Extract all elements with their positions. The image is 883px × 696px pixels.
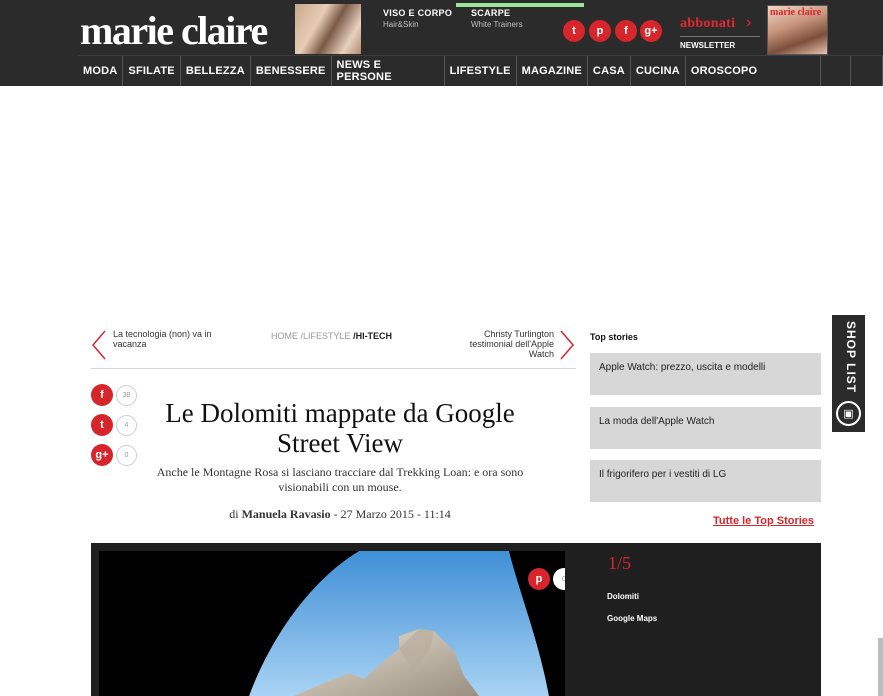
nav-item-sfilate[interactable]: SFILATE [123,56,181,86]
promo-highlight-bar [456,3,584,7]
nav-item-bellezza[interactable]: BELLEZZA [181,56,251,86]
share-count: 0 [116,445,137,466]
all-top-stories-link[interactable]: Tutte le Top Stories [713,515,814,527]
top-story-item[interactable]: La moda dell'Apple Watch [590,407,821,449]
site-header: marie claire VISO E CORPO Hair&Skin SCAR… [0,0,883,86]
nav-item-news-e-persone[interactable]: NEWS E PERSONE [332,56,445,86]
googleplus-icon[interactable]: g+ [91,444,113,466]
chevron-right-icon[interactable]: › [746,14,751,32]
nav-item-cucina[interactable]: CUCINA [631,56,686,86]
divider [680,36,760,37]
twitter-icon[interactable]: t [91,414,113,436]
googleplus-icon[interactable]: g+ [640,20,662,42]
gallery-caption: Dolomiti [607,592,639,601]
promo-viso-corpo[interactable]: VISO E CORPO Hair&Skin [383,8,452,30]
nav-search-slot[interactable] [819,56,852,86]
promo-scarpe[interactable]: SCARPE White Trainers [471,8,523,30]
gallery-image[interactable]: p 0 [99,551,565,696]
nav-item-oroscopo[interactable]: OROSCOPO [686,56,820,86]
nav-item-moda[interactable]: MODA [78,56,124,86]
gallery-caption: Google Maps [607,614,658,623]
top-story-item[interactable]: Il frigorifero per i vestiti di LG [590,460,821,502]
photo-gallery: p 0 1/5 Dolomiti Google Maps [91,543,821,696]
nav-item-magazine[interactable]: MAGAZINE [517,56,588,86]
share-twitter: t 4 [91,414,139,436]
chevron-left-icon[interactable] [91,330,107,360]
top-stories-title: Top stories [590,332,638,342]
promo-subtitle: White Trainers [471,20,523,29]
gallery-counter: 1/5 [608,553,632,573]
newsletter-link[interactable]: NEWSLETTER [680,41,735,50]
article-navigation: La tecnologia (non) va in vacanza HOME /… [91,327,576,369]
dolomites-photo [99,551,565,696]
shop-list-tab[interactable]: SHOP LIST ▣ [832,315,865,432]
share-googleplus: g+ 0 [91,444,139,466]
main-nav: MODA SFILATE BELLEZZA BENESSERE NEWS E P… [78,55,883,86]
promo-thumbnail[interactable] [295,4,361,54]
nav-item-casa[interactable]: CASA [588,56,631,86]
byline-prefix: di [229,507,239,521]
shop-list-label: SHOP LIST [844,321,858,394]
nav-menu-slot[interactable] [851,56,883,86]
article-byline: di Manuela Ravasio - 27 Marzo 2015 - 11:… [150,507,530,522]
next-article-link[interactable]: Christy Turlington testimonial dell'Appl… [446,329,554,359]
scrollbar-thumb[interactable] [878,638,883,696]
share-count: 4 [116,415,137,436]
prev-article-link[interactable]: La tecnologia (non) va in vacanza [113,329,233,349]
promo-category: VISO E CORPO [383,8,453,18]
breadcrumb-home[interactable]: HOME [271,331,298,341]
site-logo[interactable]: marie claire [80,11,268,51]
breadcrumb-hi-tech[interactable]: /HI-TECH [353,331,392,341]
breadcrumb-lifestyle[interactable]: /LIFESTYLE [301,331,351,341]
chevron-right-icon[interactable] [559,330,575,360]
pinterest-icon[interactable]: p [528,568,550,590]
promo-subtitle: Hair&Skin [383,20,419,29]
magazine-cover-title: marie claire [770,7,822,18]
shopping-bag-icon: ▣ [836,401,861,426]
article-date: - 27 Marzo 2015 - 11:14 [333,507,451,521]
nav-item-lifestyle[interactable]: LIFESTYLE [445,56,517,86]
facebook-icon[interactable]: f [91,384,113,406]
magazine-cover[interactable]: marie claire [767,5,828,55]
subscribe-link[interactable]: abbonati [680,16,735,32]
author-link[interactable]: Manuela Ravasio [242,507,331,521]
nav-item-benessere[interactable]: BENESSERE [251,56,332,86]
share-count: 38 [116,385,137,406]
breadcrumb: HOME /LIFESTYLE /HI-TECH [271,331,392,341]
share-facebook: f 38 [91,384,139,406]
article-title: Le Dolomiti mappate da Google Street Vie… [165,398,515,458]
pinterest-icon[interactable]: p [589,20,611,42]
promo-category: SCARPE [471,8,511,18]
top-story-item[interactable]: Apple Watch: prezzo, uscita e modelli [590,353,821,395]
twitter-icon[interactable]: t [563,20,585,42]
facebook-icon[interactable]: f [615,20,637,42]
article-subtitle: Anche le Montagne Rosa si lasciano tracc… [156,465,524,494]
